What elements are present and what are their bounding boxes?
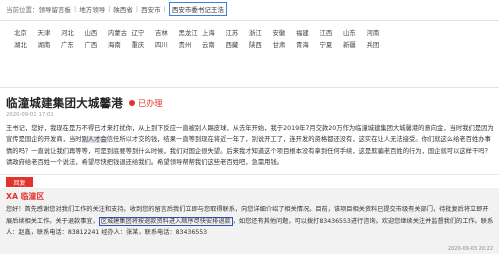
region-link[interactable]: 黑龙江 (179, 28, 203, 37)
region-link[interactable]: 辽宁 (132, 28, 156, 37)
region-link[interactable]: 海南 (108, 40, 132, 49)
region-link[interactable]: 湖南 (38, 40, 62, 49)
breadcrumb-separator: | (74, 5, 77, 13)
region-link[interactable]: 江西 (320, 28, 344, 37)
region-link[interactable]: 甘肃 (273, 40, 297, 49)
reply-body-boxed: 区城建集团将按退款资料进入顺序尽快安排退款 (98, 216, 233, 226)
breadcrumb-link-province[interactable]: 陕西省 (113, 4, 133, 14)
region-link[interactable]: 安徽 (273, 28, 297, 37)
region-link[interactable]: 北京 (14, 28, 38, 37)
region-link[interactable]: 内蒙古 (108, 28, 132, 37)
region-link[interactable]: 山西 (85, 28, 109, 37)
region-link[interactable]: 陕西 (249, 40, 273, 49)
region-row: 湖北 湖南 广东 广西 海南 重庆 四川 贵州 云南 西藏 陕西 甘肃 青海 宁夏 新疆 兵团 (14, 38, 494, 50)
region-link[interactable]: 河北 (61, 28, 85, 37)
region-link[interactable]: 四川 (155, 40, 179, 49)
divider (0, 20, 499, 21)
post-body-highlight: 别人才会 (81, 136, 107, 144)
region-link[interactable]: 广东 (61, 40, 85, 49)
post-body: 王书记，您好，我现在是万不得已才来打扰你，从上到下反应一直被别人踢皮球，从去年开… (6, 123, 495, 168)
region-row: 北京 天津 河北 山西 内蒙古 辽宁 吉林 黑龙江 上海 江苏 浙江 安徽 福建 江西 山东 河南 (14, 26, 494, 38)
region-link[interactable]: 山东 (343, 28, 367, 37)
region-link[interactable]: 河南 (367, 28, 391, 37)
post-title: 临潼城建集团大城馨港 (6, 96, 123, 110)
breadcrumb-link-local[interactable]: 地方领导 (79, 4, 105, 14)
status-dot-icon (129, 100, 135, 106)
reply-panel: XA 临潼区 您好！首先感谢您对我们工作的关注和支持。收到您的留言后我们立即与您… (0, 188, 499, 254)
post-header: 临潼城建集团大城馨港 已办理 (6, 95, 163, 111)
region-link[interactable]: 青海 (296, 40, 320, 49)
region-link[interactable]: 湖北 (14, 40, 38, 49)
region-link[interactable]: 吉林 (155, 28, 179, 37)
reply-body: 您好！首先感谢您对我们工作的关注和支持。收到您的留言后我们立即与您取得联系，向您… (6, 204, 494, 239)
region-link[interactable]: 上海 (202, 28, 226, 37)
region-link[interactable]: 重庆 (132, 40, 156, 49)
region-link[interactable]: 贵州 (179, 40, 203, 49)
breadcrumb-separator: | (163, 5, 166, 13)
breadcrumb-separator: | (135, 5, 139, 13)
reply-org-name: XA 临潼区 (6, 192, 45, 201)
reply-tag: 回复 (6, 177, 33, 187)
region-link[interactable]: 浙江 (249, 28, 273, 37)
breadcrumb-current[interactable]: 西安市委书记王浩 (168, 2, 227, 16)
region-link[interactable]: 西藏 (226, 40, 250, 49)
breadcrumb: 当前位置： 领导留言板 | 地方领导 | 陕西省 | 西安市 | 西安市委书记王… (6, 2, 227, 16)
breadcrumb-separator: | (108, 5, 111, 13)
reply-date: 2020-09-03 20:22 (447, 246, 493, 252)
status-badge: 已办理 (138, 98, 163, 108)
region-link[interactable]: 江苏 (226, 28, 250, 37)
region-link[interactable]: 云南 (202, 40, 226, 49)
region-link[interactable]: 新疆 (343, 40, 367, 49)
reply-org: XA 临潼区 (6, 191, 44, 202)
page: 当前位置： 领导留言板 | 地方领导 | 陕西省 | 西安市 | 西安市委书记王… (0, 0, 499, 254)
region-grid: 北京 天津 河北 山西 内蒙古 辽宁 吉林 黑龙江 上海 江苏 浙江 安徽 福建 江西 山东 河南 湖北 湖南广… (14, 26, 494, 51)
breadcrumb-prefix: 当前位置： (6, 6, 39, 14)
region-link[interactable]: 天津 (38, 28, 62, 37)
breadcrumb-link-city[interactable]: 西安市 (141, 4, 161, 14)
divider (0, 174, 499, 175)
breadcrumb-link-board[interactable]: 领导留言板 (39, 4, 72, 14)
region-link[interactable]: 宁夏 (320, 40, 344, 49)
region-link[interactable]: 兵团 (367, 40, 391, 49)
region-link[interactable]: 广西 (85, 40, 109, 49)
region-link[interactable]: 福建 (296, 28, 320, 37)
divider (0, 87, 499, 88)
post-time: 2020-09-01 17:01 (6, 112, 54, 118)
